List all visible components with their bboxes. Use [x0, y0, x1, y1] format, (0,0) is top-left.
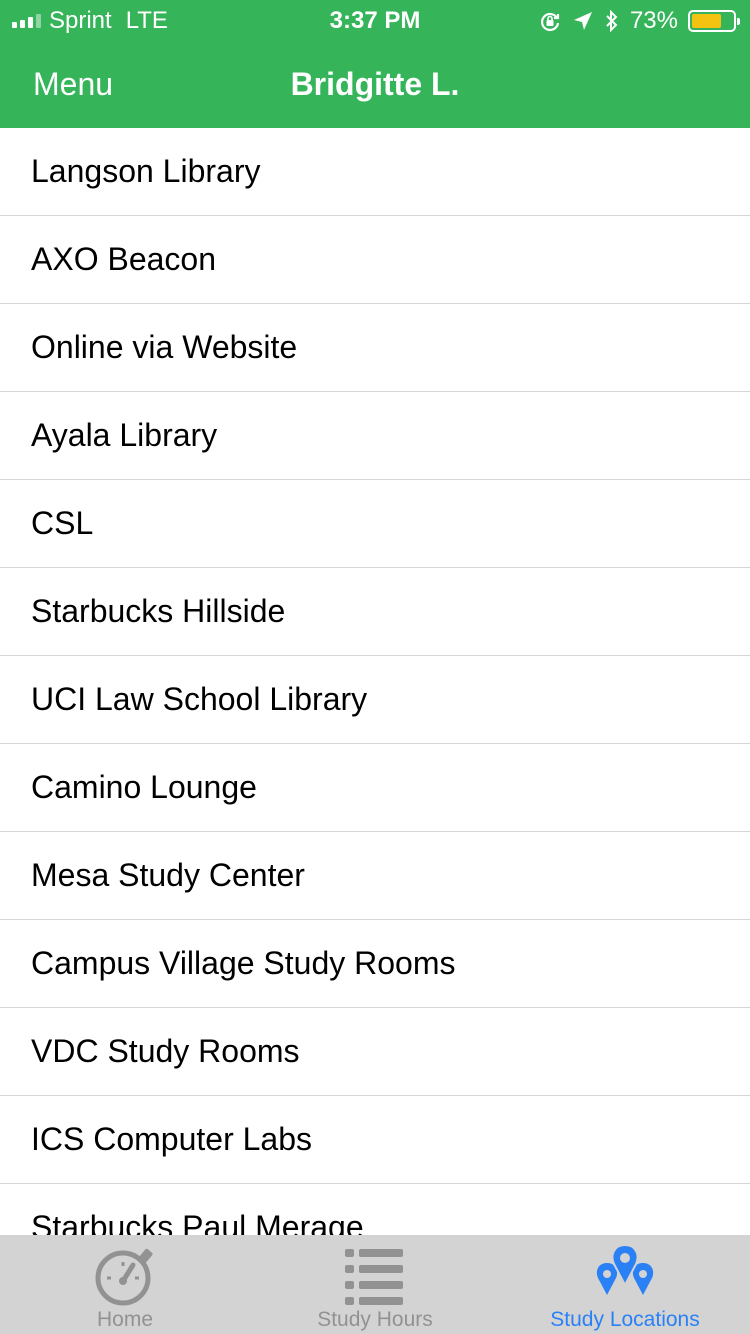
- tab-home[interactable]: Home: [0, 1235, 250, 1334]
- list-item[interactable]: Langson Library: [0, 128, 750, 216]
- location-name: Camino Lounge: [31, 769, 257, 805]
- list-icon: [345, 1249, 403, 1305]
- location-name: Mesa Study Center: [31, 857, 305, 893]
- orientation-lock-icon: [540, 12, 560, 32]
- list-item[interactable]: Mesa Study Center: [0, 832, 750, 920]
- tab-study-locations[interactable]: Study Locations: [500, 1235, 750, 1334]
- study-locations-list: Langson Library AXO Beacon Online via Webs…: [0, 128, 750, 1235]
- location-name: ICS Computer Labs: [31, 1121, 313, 1157]
- list-item[interactable]: VDC Study Rooms: [0, 1008, 750, 1096]
- map-pins-icon: [596, 1243, 654, 1295]
- location-name: VDC Study Rooms: [31, 1033, 300, 1069]
- nav-bar: Menu Bridgitte L.: [0, 42, 750, 128]
- stopwatch-icon: [95, 1248, 153, 1306]
- location-name: CSL: [31, 505, 94, 541]
- location-name: AXO Beacon: [31, 241, 216, 277]
- location-name: Online via Website: [31, 329, 298, 365]
- status-bar: Sprint LTE 3:37 PM 73%: [0, 0, 750, 42]
- list-item[interactable]: Ayala Library: [0, 392, 750, 480]
- list-item[interactable]: Campus Village Study Rooms: [0, 920, 750, 1008]
- list-item[interactable]: CSL: [0, 480, 750, 568]
- list-item[interactable]: Starbucks Paul Merage: [0, 1184, 750, 1235]
- tab-study-locations-label: Study Locations: [550, 1308, 700, 1331]
- list-item[interactable]: Online via Website: [0, 304, 750, 392]
- location-name: UCI Law School Library: [31, 681, 368, 717]
- bluetooth-icon: [606, 9, 618, 33]
- tab-study-hours[interactable]: Study Hours: [250, 1235, 500, 1334]
- list-item[interactable]: Starbucks Hillside: [0, 568, 750, 656]
- location-name: Langson Library: [31, 153, 261, 189]
- location-name: Starbucks Paul Merage: [31, 1209, 364, 1235]
- location-name: Campus Village Study Rooms: [31, 945, 456, 981]
- list-item[interactable]: AXO Beacon: [0, 216, 750, 304]
- app-header: Sprint LTE 3:37 PM 73% Menu Bridgitte L.: [0, 0, 750, 128]
- list-item[interactable]: Camino Lounge: [0, 744, 750, 832]
- list-item[interactable]: UCI Law School Library: [0, 656, 750, 744]
- battery-fill: [692, 14, 722, 28]
- tab-home-label: Home: [96, 1308, 154, 1331]
- tab-bar: Home Study Hours Study Locations: [0, 1235, 750, 1334]
- status-right: 73%: [538, 0, 740, 42]
- tab-study-hours-label: Study Hours: [317, 1308, 433, 1331]
- list-item[interactable]: ICS Computer Labs: [0, 1096, 750, 1184]
- page-title: Bridgitte L.: [290, 66, 460, 102]
- location-arrow-icon: [573, 12, 592, 30]
- battery-icon: [688, 10, 740, 32]
- location-name: Starbucks Hillside: [31, 593, 286, 629]
- location-name: Ayala Library: [31, 417, 218, 453]
- battery-percent: 73%: [629, 7, 678, 34]
